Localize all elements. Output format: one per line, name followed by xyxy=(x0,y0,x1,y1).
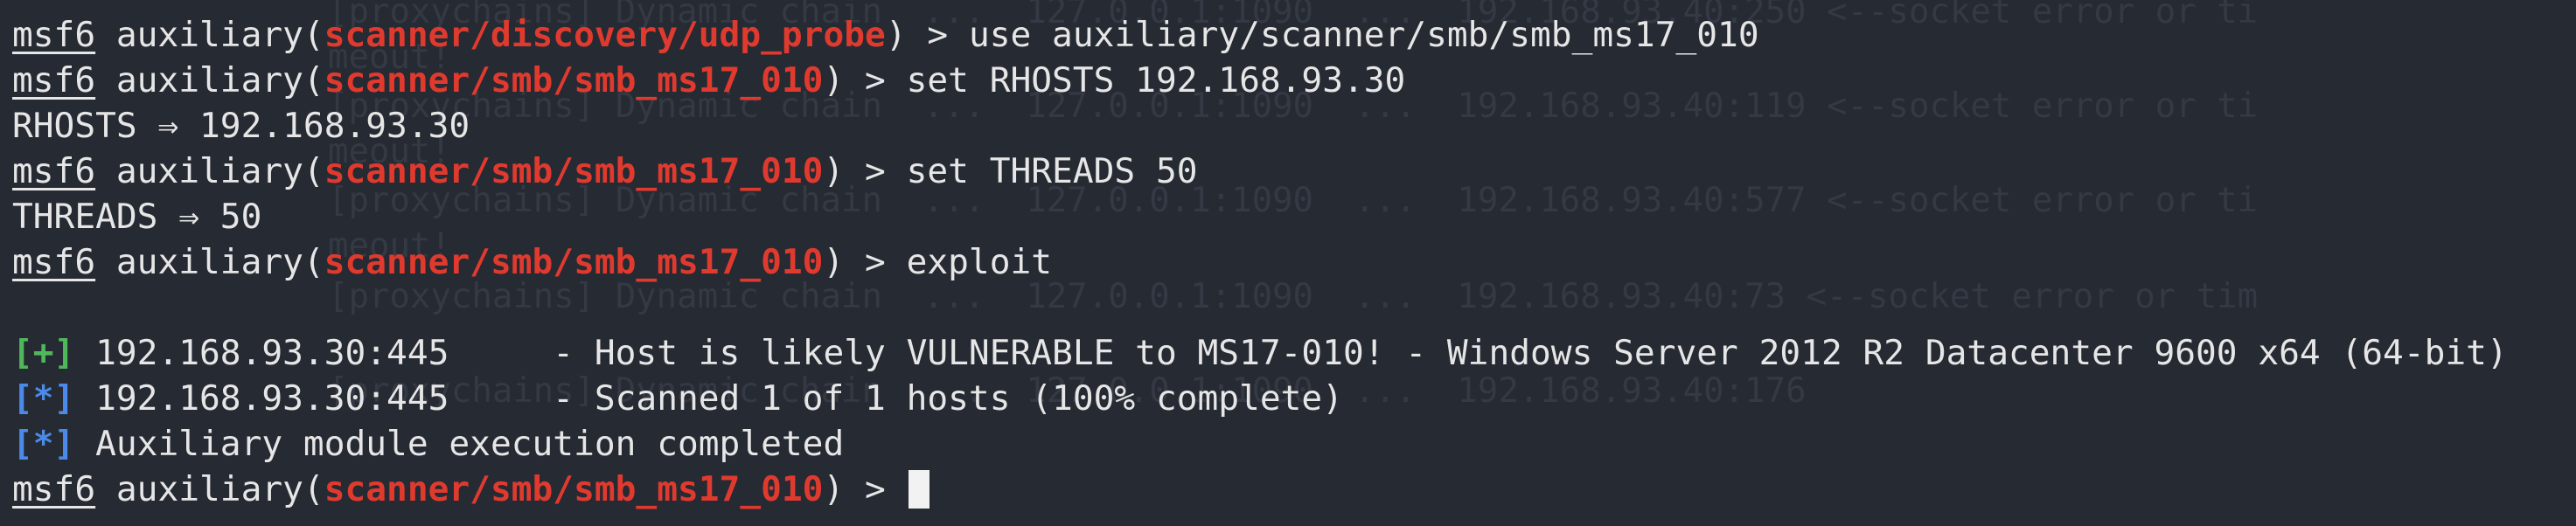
prompt-line: msf6 auxiliary(scanner/smb/smb_ms17_010)… xyxy=(12,467,2508,512)
prompt-suffix: ) > xyxy=(823,60,907,100)
status-text: Auxiliary module execution completed xyxy=(74,424,845,464)
prompt-suffix: ) > xyxy=(885,15,969,55)
terminal-window[interactable]: [proxychains] Dynamic chain ... 127.0.0.… xyxy=(0,0,2576,526)
prompt-name: msf6 xyxy=(12,242,96,282)
prompt-word: auxiliary( xyxy=(95,151,324,191)
command-text: use auxiliary/scanner/smb/smb_ms17_010 xyxy=(968,15,1759,55)
module-name: scanner/smb/smb_ms17_010 xyxy=(324,151,824,191)
prompt-suffix: ) > xyxy=(823,469,907,509)
status-line: [*] 192.168.93.30:445 - Scanned 1 of 1 h… xyxy=(12,376,2508,421)
prompt-name: msf6 xyxy=(12,60,96,100)
text-cursor[interactable] xyxy=(908,470,929,509)
info-tag: [*] xyxy=(12,424,75,464)
prompt-line: msf6 auxiliary(scanner/smb/smb_ms17_010)… xyxy=(12,149,2508,194)
command-text: exploit xyxy=(906,242,1053,282)
status-text: 192.168.93.30:445 - Host is likely VULNE… xyxy=(74,333,2508,373)
module-name: scanner/discovery/udp_probe xyxy=(324,15,886,55)
prompt-line: msf6 auxiliary(scanner/smb/smb_ms17_010)… xyxy=(12,58,2508,103)
output-line: THREADS ⇒ 50 xyxy=(12,194,2508,239)
module-name: scanner/smb/smb_ms17_010 xyxy=(324,242,824,282)
status-text: 192.168.93.30:445 - Scanned 1 of 1 hosts… xyxy=(74,378,1343,419)
prompt-word: auxiliary( xyxy=(95,469,324,509)
output-line: RHOSTS ⇒ 192.168.93.30 xyxy=(12,103,2508,149)
prompt-line: msf6 auxiliary(scanner/smb/smb_ms17_010)… xyxy=(12,239,2508,285)
output-text: RHOSTS ⇒ 192.168.93.30 xyxy=(12,106,470,146)
prompt-suffix: ) > xyxy=(823,242,907,282)
module-name: scanner/smb/smb_ms17_010 xyxy=(324,469,824,509)
prompt-word: auxiliary( xyxy=(95,60,324,100)
prompt-name: msf6 xyxy=(12,15,96,55)
success-tag: [+] xyxy=(12,333,75,373)
prompt-line: msf6 auxiliary(scanner/discovery/udp_pro… xyxy=(12,12,2508,58)
command-text: set RHOSTS 192.168.93.30 xyxy=(906,60,1406,100)
prompt-name: msf6 xyxy=(12,151,96,191)
prompt-word: auxiliary( xyxy=(95,15,324,55)
prompt-word: auxiliary( xyxy=(95,242,324,282)
output-text: THREADS ⇒ 50 xyxy=(12,197,262,237)
status-line: [*] Auxiliary module execution completed xyxy=(12,421,2508,467)
info-tag: [*] xyxy=(12,378,75,419)
prompt-suffix: ) > xyxy=(823,151,907,191)
terminal-output: msf6 auxiliary(scanner/discovery/udp_pro… xyxy=(12,12,2508,512)
prompt-name: msf6 xyxy=(12,469,96,509)
status-line: [+] 192.168.93.30:445 - Host is likely V… xyxy=(12,330,2508,376)
module-name: scanner/smb/smb_ms17_010 xyxy=(324,60,824,100)
command-text: set THREADS 50 xyxy=(906,151,1198,191)
